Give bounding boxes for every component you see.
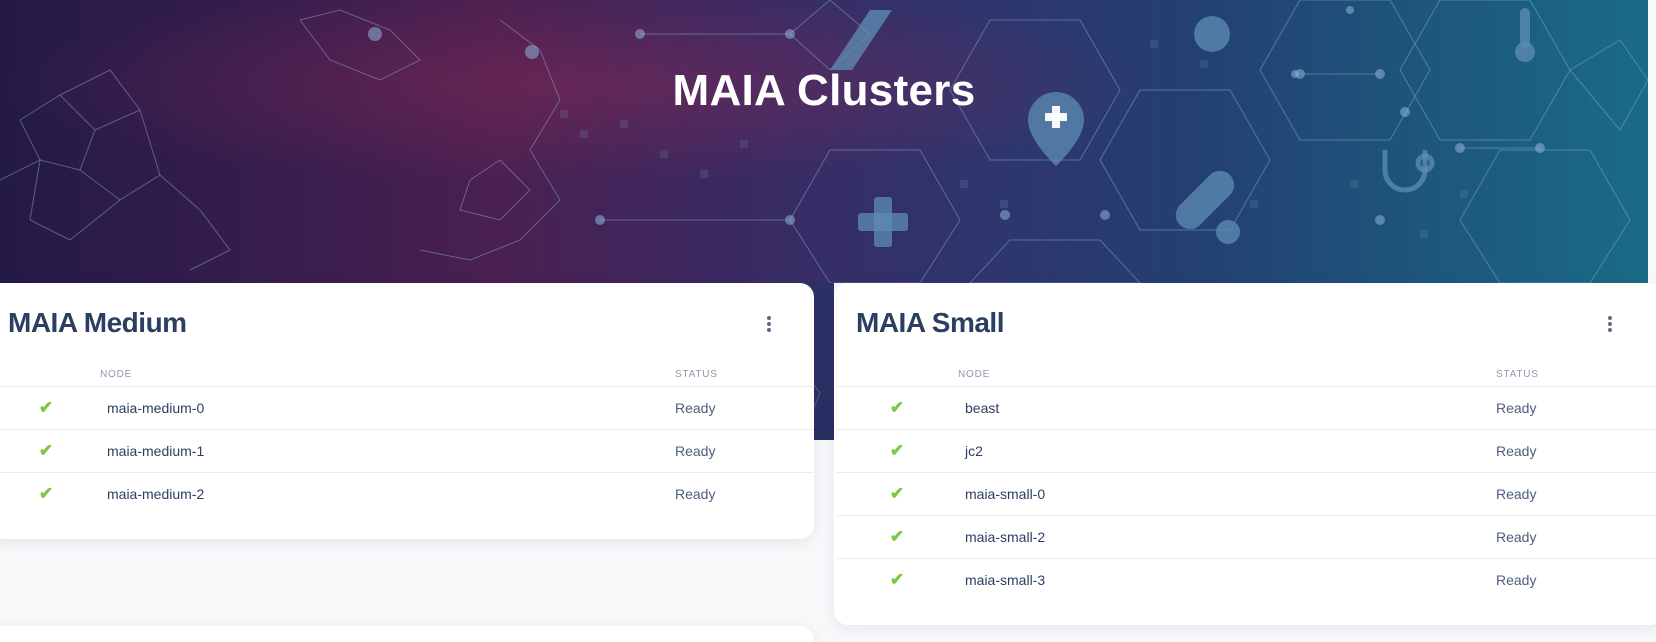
more-vertical-icon[interactable] xyxy=(1602,315,1618,333)
check-icon: ✔ xyxy=(889,397,905,417)
page-title: MAIA Clusters xyxy=(672,66,976,115)
check-icon: ✔ xyxy=(889,483,905,503)
node-status: Ready xyxy=(1496,429,1656,473)
column-header-node: NODE xyxy=(958,349,1496,387)
check-icon: ✔ xyxy=(38,397,54,417)
cluster-title: MAIA Medium xyxy=(8,307,187,338)
check-icon: ✔ xyxy=(889,440,905,460)
node-status: Ready xyxy=(675,429,814,473)
node-status: Ready xyxy=(1496,571,1537,588)
nodes-table: NODE STATUS ✔ maia-medium-0 Ready ✔ maia… xyxy=(0,349,814,515)
node-name: beast xyxy=(958,386,1496,430)
check-icon: ✔ xyxy=(889,526,905,546)
table-row: ✔ maia-small-2 Ready xyxy=(836,515,1656,559)
column-header-status-icon xyxy=(0,349,92,387)
node-status: Ready xyxy=(1496,386,1656,430)
node-name: maia-small-2 xyxy=(958,515,1496,559)
column-header-status: STATUS xyxy=(675,349,814,387)
table-row: ✔ maia-small-3 Ready xyxy=(836,558,1656,601)
page-header-banner: MAIA Clusters xyxy=(0,0,1648,283)
node-name: jc2 xyxy=(958,429,1496,473)
node-status: Ready xyxy=(1496,472,1656,516)
check-icon: ✔ xyxy=(38,440,54,460)
nodes-table: NODE STATUS ✔ beast Ready ✔ jc2 Ready ✔ … xyxy=(836,349,1656,601)
node-name: maia-small-0 xyxy=(958,472,1496,516)
column-header-status-icon xyxy=(836,349,958,387)
column-header-status: STATUS xyxy=(1496,349,1656,387)
table-row: ✔ maia-medium-2 Ready xyxy=(0,472,814,515)
table-row: ✔ beast Ready xyxy=(836,386,1656,430)
check-icon: ✔ xyxy=(889,569,905,589)
table-row: ✔ maia-small-0 Ready xyxy=(836,472,1656,516)
table-row: ✔ jc2 Ready xyxy=(836,429,1656,473)
cluster-card-maia-small: MAIA Small NODE STATUS ✔ beast Ready ✔ j… xyxy=(834,283,1656,625)
cluster-card-maia-medium: MAIA Medium NODE STATUS ✔ maia-medium-0 … xyxy=(0,283,814,539)
table-row: ✔ maia-medium-1 Ready xyxy=(0,429,814,473)
cluster-card-partial xyxy=(0,626,814,642)
node-status: Ready xyxy=(675,386,814,430)
check-icon: ✔ xyxy=(38,483,54,503)
medical-network-background xyxy=(0,0,1648,283)
more-vertical-icon[interactable] xyxy=(761,315,777,333)
column-header-node: NODE xyxy=(92,349,675,387)
cluster-title: MAIA Small xyxy=(856,307,1005,338)
node-status: Ready xyxy=(1496,515,1656,559)
node-status: Ready xyxy=(675,485,716,502)
table-row: ✔ maia-medium-0 Ready xyxy=(0,386,814,430)
node-name: maia-medium-1 xyxy=(92,429,675,473)
node-name: maia-medium-2 xyxy=(107,485,205,502)
node-name: maia-medium-0 xyxy=(92,386,675,430)
node-name: maia-small-3 xyxy=(965,571,1046,588)
